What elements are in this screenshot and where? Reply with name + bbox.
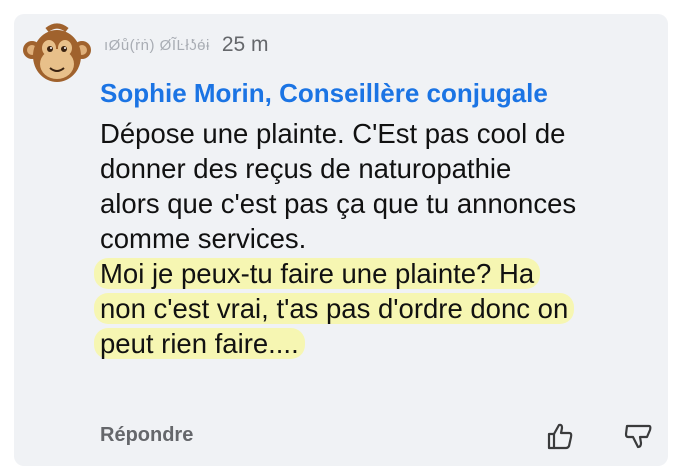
highlighted-line: Moi je peux-tu faire une plainte? Ha (94, 256, 660, 291)
comment-meta: ıØů(ṙṅ) ØĨĿłʖ́ɵ́ɨ 25 m (104, 32, 269, 58)
highlight-mark: peut rien faire.... (94, 328, 305, 359)
comment-line: alors que c'est pas ça que tu annonces (100, 188, 577, 219)
comment-timestamp[interactable]: 25 m (222, 33, 269, 57)
comment-line: comme services. (100, 223, 307, 254)
monkey-avatar-icon[interactable] (22, 20, 92, 90)
thumbs-down-icon[interactable] (622, 420, 654, 452)
thumbs-up-icon[interactable] (544, 420, 576, 452)
highlight-mark: Moi je peux-tu faire une plainte? Ha (94, 258, 541, 289)
highlighted-line: peut rien faire.... (94, 326, 660, 361)
highlighted-line: non c'est vrai, t'as pas d'ordre donc on (94, 291, 660, 326)
highlight-mark: non c'est vrai, t'as pas d'ordre donc on (94, 293, 575, 324)
comment-line: Dépose une plainte. C'Est pas cool de (100, 118, 566, 149)
comment-author[interactable]: Sophie Morin, Conseillère conjugale (100, 78, 548, 109)
reply-button[interactable]: Répondre (100, 424, 193, 447)
commenter-handle[interactable]: ıØů(ṙṅ) ØĨĿłʖ́ɵ́ɨ (104, 37, 210, 54)
comment-text: Dépose une plainte. C'Est pas cool de do… (94, 116, 660, 361)
comment-line: donner des reçus de naturopathie (100, 153, 512, 184)
